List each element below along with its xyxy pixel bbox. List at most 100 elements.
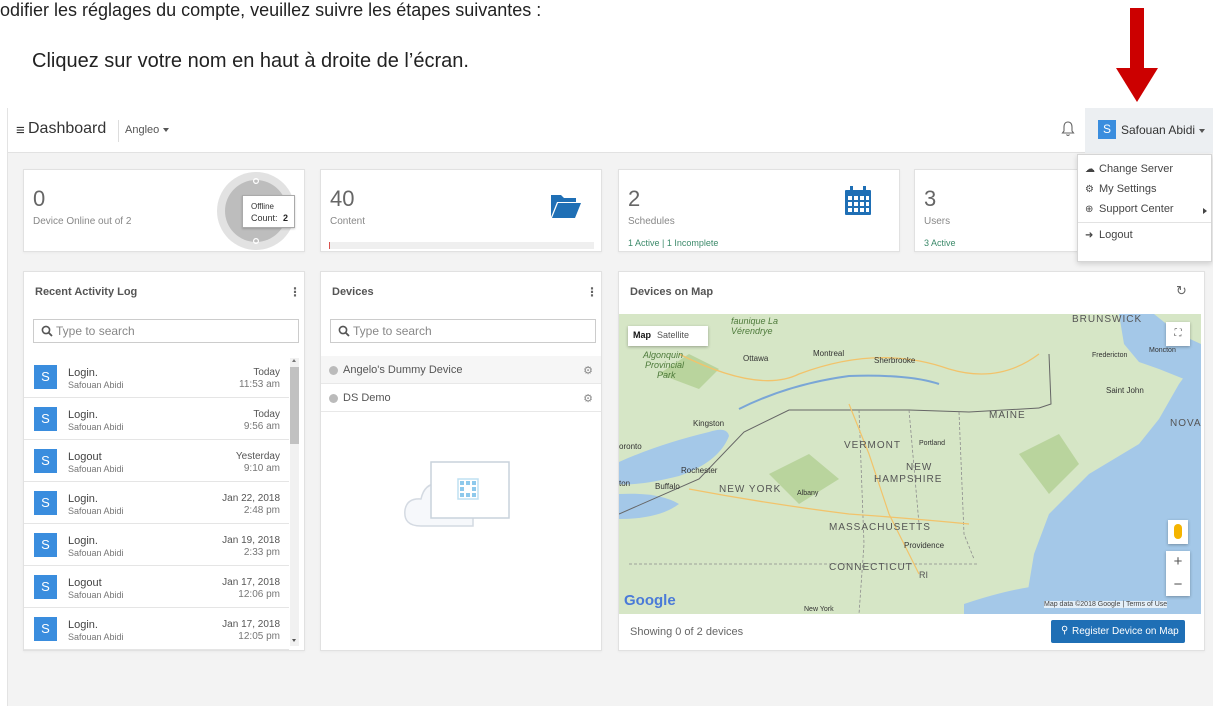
activity-log-panel: Recent Activity Log ⋮ SLogin.Safouan Abi… (23, 271, 305, 651)
scroll-up-icon[interactable] (292, 359, 296, 362)
chevron-down-icon (1199, 128, 1206, 133)
activity-user: Safouan Abidi (68, 506, 124, 516)
user-menu-button[interactable]: S Safouan Abidi (1085, 108, 1213, 153)
activity-action: Login. (68, 535, 98, 547)
devices-search-input[interactable] (353, 323, 588, 339)
user-name-wrap: Safouan Abidi (1121, 123, 1206, 137)
devices-search[interactable] (330, 319, 596, 343)
menu-label: My Settings (1099, 183, 1157, 195)
users-label: Users (924, 216, 951, 227)
map-label: faunique La (731, 316, 779, 326)
content-stat-card[interactable]: 40 Content (320, 169, 602, 252)
kebab-menu-icon[interactable]: ⋮ (289, 285, 301, 299)
content-usage-fill (329, 242, 330, 249)
activity-time: 12:06 pm (238, 589, 280, 600)
kebab-menu-icon[interactable]: ⋮ (586, 285, 598, 299)
dashboard-app: ≡ Dashboard Angleo S Safouan Abidi 0 Dev… (7, 108, 1213, 706)
map-label: Vérendrye (731, 326, 773, 336)
map-label: NEW YORK (719, 484, 782, 495)
user-avatar: S (34, 491, 57, 515)
map-label: Montreal (813, 349, 845, 358)
activity-user: Safouan Abidi (68, 422, 124, 432)
menu-item-my-settings[interactable]: ⚙ My Settings (1078, 179, 1213, 199)
menu-item-support-center[interactable]: ⊕ Support Center (1078, 199, 1213, 219)
navbar-divider (118, 120, 119, 142)
activity-time: 2:48 pm (243, 505, 280, 516)
tooltip-count: 2 (283, 213, 289, 223)
instruction-heading: odifier les réglages du compte, veuillez… (0, 0, 542, 20)
map-label: RI (919, 570, 928, 580)
activity-row[interactable]: S Login. Safouan Abidi Jan 19, 2018 2:33 pm (24, 524, 289, 566)
activity-date: Jan 17, 2018 (222, 619, 280, 630)
register-device-button[interactable]: ⚲ Register Device on Map (1051, 620, 1185, 643)
device-row[interactable]: DS Demo ⚙ (321, 384, 601, 412)
map-label: Buffalo (655, 482, 680, 491)
red-arrow-icon (1116, 8, 1158, 103)
gear-icon[interactable]: ⚙ (583, 392, 593, 405)
scrollbar-thumb[interactable] (290, 367, 299, 444)
cloud-icon: ☁ (1085, 164, 1095, 175)
schedules-stat-card[interactable]: 2 Schedules 1 Active | 1 Incomplete (618, 169, 900, 252)
menu-item-logout[interactable]: ➜ Logout (1078, 225, 1213, 245)
map-label: CONNECTICUT (829, 562, 913, 573)
map-label: BRUNSWICK (1072, 314, 1143, 325)
user-dropdown-menu: ☁ Change Server ⚙ My Settings ⊕ Support Cen… (1077, 154, 1212, 262)
devices-online-count: 0 (33, 186, 46, 211)
fullscreen-icon[interactable]: ⛶ (1166, 322, 1190, 346)
content-label: Content (330, 216, 366, 227)
menu-item-change-server[interactable]: ☁ Change Server (1078, 159, 1213, 179)
tooltip-offline: Offline (251, 202, 274, 211)
activity-search[interactable] (33, 319, 299, 343)
chevron-right-icon (1203, 208, 1207, 214)
zoom-in-button[interactable]: + (1166, 551, 1190, 573)
map-tab-satellite[interactable]: Satellite (657, 330, 689, 340)
bell-icon[interactable] (1061, 120, 1075, 138)
map-label: VERMONT (844, 440, 901, 451)
map-label: oronto (619, 442, 642, 451)
activity-row[interactable]: S Login. Safouan Abidi Today 9:56 am (24, 398, 289, 440)
map-label: Providence (904, 541, 945, 550)
zoom-out-button[interactable]: − (1166, 574, 1190, 596)
devices-map-panel: Devices on Map ↻ Map Satellite ⛶ + − Goo… (618, 271, 1205, 651)
content-usage-bar (329, 242, 594, 249)
map-label: Fredericton (1092, 352, 1128, 359)
map-label: HAMPSHIRE (874, 474, 943, 485)
activity-row[interactable]: S Logout Safouan Abidi Jan 17, 2018 12:06 pm (24, 566, 289, 608)
activity-search-input[interactable] (56, 323, 291, 339)
instruction-step: Cliquez sur votre nom en haut à droite d… (32, 50, 469, 72)
map-pin-icon: ⚲ (1061, 625, 1069, 636)
status-dot (329, 394, 338, 403)
activity-row[interactable]: S Login. Safouan Abidi Today 11:53 am (24, 356, 289, 398)
gear-icon[interactable]: ⚙ (583, 364, 593, 377)
device-row[interactable]: Angelo's Dummy Device ⚙ (321, 356, 601, 384)
schedules-count: 2 (628, 186, 641, 211)
devices-online-label: Device Online out of 2 (33, 216, 132, 227)
scroll-down-icon[interactable] (292, 639, 296, 642)
chevron-down-icon (163, 128, 170, 133)
activity-row[interactable]: S Login. Safouan Abidi Jan 22, 2018 2:48 pm (24, 482, 289, 524)
calendar-icon (845, 186, 871, 215)
user-avatar: S (34, 407, 57, 431)
pegman-icon (1174, 524, 1182, 539)
map-tab-map[interactable]: Map (633, 330, 651, 340)
map-label: New York (804, 606, 834, 613)
activity-date: Jan 22, 2018 (222, 493, 280, 504)
map-label: ton (619, 479, 631, 488)
map-label: Kingston (693, 419, 725, 428)
hamburger-icon[interactable]: ≡ (16, 122, 25, 139)
account-selector[interactable]: Angleo (125, 124, 170, 136)
map-label: Portland (919, 440, 946, 447)
activity-row[interactable]: S Login. Safouan Abidi Jan 17, 2018 12:05 pm (24, 608, 289, 650)
dashboard-title[interactable]: Dashboard (28, 120, 106, 138)
refresh-icon[interactable]: ↻ (1176, 283, 1187, 299)
activity-action: Logout (68, 577, 102, 589)
activity-time: 2:33 pm (243, 547, 280, 558)
devices-stat-card[interactable]: 0 Device Online out of 2 Offline Count: … (23, 169, 305, 252)
map-view[interactable]: Map Satellite ⛶ + − Google Map data ©201… (619, 314, 1201, 614)
activity-row[interactable]: S Logout Safouan Abidi Yesterday 9:10 am (24, 440, 289, 482)
pegman-button[interactable] (1168, 520, 1188, 544)
activity-scrollbar[interactable] (290, 358, 299, 646)
map-label: Saint John (1106, 386, 1144, 395)
schedules-footer: 1 Active | 1 Incomplete (628, 238, 719, 248)
search-icon (41, 325, 53, 337)
